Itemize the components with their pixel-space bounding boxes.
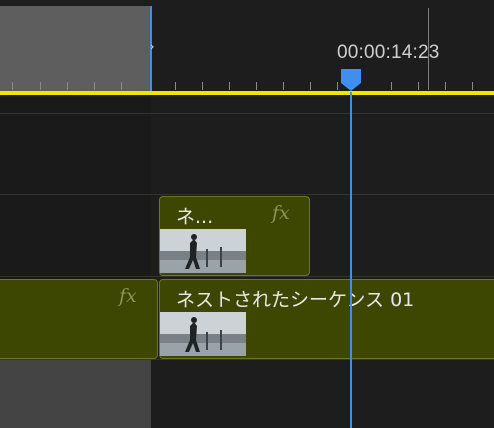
fx-badge-icon: fx (119, 285, 137, 307)
work-area-bar[interactable] (0, 91, 494, 95)
track-divider (0, 113, 494, 114)
clip-left-partial[interactable]: fx (0, 279, 158, 359)
clip-thumbnail (160, 229, 246, 273)
clip-thumbnail (160, 312, 246, 356)
ruler-tick (94, 82, 95, 90)
ruler-tick (418, 82, 419, 90)
ruler-tick (229, 82, 230, 90)
ruler-tick (337, 82, 338, 90)
nested-sequence-clip-lower[interactable]: ネストされたシーケンス 01 (159, 279, 494, 359)
empty-track-region (0, 360, 151, 428)
clip-title: ネストされたシーケンス 01 (176, 289, 415, 311)
ruler-tick (256, 82, 257, 90)
ruler-tick (202, 82, 203, 90)
chevron-right-icon: › (150, 40, 155, 53)
ruler-tick (310, 82, 311, 90)
track-divider (0, 276, 494, 277)
ruler-tick (67, 82, 68, 90)
ruler-tick (40, 82, 41, 90)
top-strip (0, 0, 151, 6)
ruler-tick (121, 82, 122, 90)
ruler-tick (283, 82, 284, 90)
fx-badge-icon: fx (272, 202, 290, 224)
ruler-tick (472, 82, 473, 90)
ruler-tick (175, 82, 176, 90)
playhead-marker-icon[interactable] (340, 68, 362, 92)
playhead-timecode: 00:00:14:23 (337, 42, 440, 63)
ruler-tick (12, 82, 13, 90)
playhead-line[interactable] (350, 92, 352, 428)
time-ruler[interactable] (0, 62, 494, 92)
ruler-tick (391, 82, 392, 90)
nested-sequence-clip-upper[interactable]: ネ... fx (159, 196, 310, 276)
track-divider (0, 194, 494, 195)
clip-title: ネ... (176, 206, 214, 228)
ruler-tick (445, 82, 446, 90)
